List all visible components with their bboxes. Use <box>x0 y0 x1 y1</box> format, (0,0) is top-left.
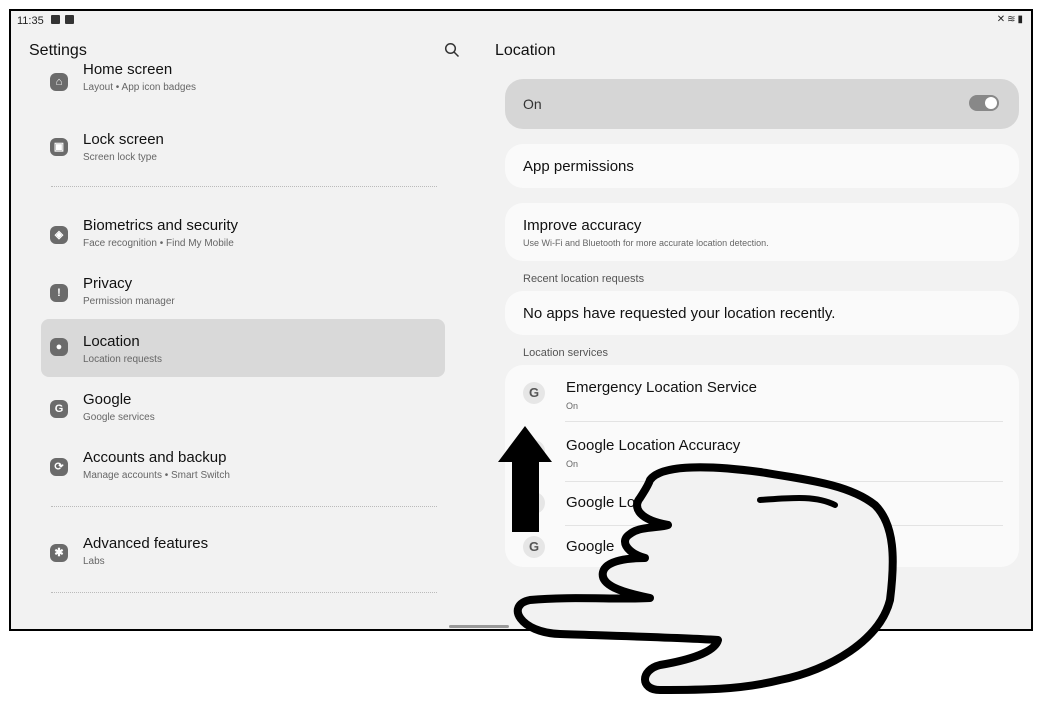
menu-item-title: Lock screen <box>83 131 164 148</box>
service-title: Google <box>566 538 615 555</box>
google-g-icon: G <box>523 492 545 514</box>
menu-item-subtitle: Location requests <box>83 354 162 365</box>
service-title: Google Location Accuracy <box>566 437 741 454</box>
gear-plus-icon: ✱ <box>50 544 68 562</box>
menu-divider <box>51 506 437 507</box>
google-g-icon: G <box>523 440 545 462</box>
toggle-knob <box>985 97 997 109</box>
location-services-card: G Emergency Location Service On G Google… <box>505 365 1019 567</box>
google-g-icon: G <box>523 382 545 404</box>
service-divider <box>565 421 1003 422</box>
google-g-icon: G <box>523 536 545 558</box>
menu-item-subtitle: Layout • App icon badges <box>83 82 197 93</box>
wifi-icon: ≋ <box>1007 14 1018 25</box>
recent-requests-text: No apps have requested your location rec… <box>523 305 836 322</box>
improve-accuracy-title: Improve accuracy <box>523 217 642 234</box>
sync-icon: ⟳ <box>50 458 68 476</box>
privacy-icon: ! <box>50 284 68 302</box>
menu-item-privacy[interactable]: ! Privacy Permission manager <box>41 265 445 321</box>
menu-item-title: Accounts and backup <box>83 449 227 466</box>
toggle-label: On <box>523 96 542 112</box>
menu-item-advanced-features[interactable]: ✱ Advanced features Labs <box>41 525 445 581</box>
menu-item-subtitle: Manage accounts • Smart Switch <box>83 470 230 481</box>
service-title: Google Loc <box>566 494 643 511</box>
menu-item-lock-screen[interactable]: ▣ Lock screen Screen lock type <box>41 121 445 177</box>
service-status: On <box>566 459 579 469</box>
service-google-location-sharing[interactable]: G Google <box>505 526 1019 566</box>
location-toggle-switch[interactable] <box>969 95 999 111</box>
recent-requests-header: Recent location requests <box>523 273 645 285</box>
menu-item-accounts-backup[interactable]: ⟳ Accounts and backup Manage accounts • … <box>41 439 445 495</box>
app-permissions-label: App permissions <box>523 158 634 175</box>
menu-item-subtitle: Face recognition • Find My Mobile <box>83 238 234 249</box>
navigation-handle[interactable] <box>449 625 509 628</box>
improve-accuracy-row[interactable]: Improve accuracy Use Wi-Fi and Bluetooth… <box>505 203 1019 261</box>
google-icon: G <box>50 400 68 418</box>
service-status: On <box>566 401 579 411</box>
gallery-notification-icon <box>51 15 60 24</box>
menu-item-title: Biometrics and security <box>83 217 239 234</box>
service-emergency-location[interactable]: G Emergency Location Service On <box>505 365 1019 421</box>
menu-item-location[interactable]: ● Location Location requests <box>41 319 445 377</box>
menu-item-subtitle: Permission manager <box>83 296 175 307</box>
battery-icon: ▮ <box>1017 14 1025 25</box>
settings-title: Settings <box>29 42 87 59</box>
status-icons: ✕≋▮ <box>997 14 1025 25</box>
menu-item-subtitle: Labs <box>83 556 105 567</box>
location-icon: ● <box>50 338 68 356</box>
menu-item-subtitle: Google services <box>83 412 155 423</box>
menu-item-title: Location <box>83 333 140 350</box>
menu-item-title: Advanced features <box>83 535 209 552</box>
lock-icon: ▣ <box>50 138 68 156</box>
improve-accuracy-subtitle: Use Wi-Fi and Bluetooth for more accurat… <box>523 238 769 248</box>
shield-icon: ◈ <box>50 226 68 244</box>
app-notification-icon <box>65 15 74 24</box>
app-permissions-row[interactable]: App permissions <box>505 144 1019 188</box>
menu-item-google[interactable]: G Google Google services <box>41 381 445 437</box>
home-icon: ⌂ <box>50 73 68 91</box>
location-master-toggle-card[interactable]: On <box>505 79 1019 129</box>
menu-item-biometrics[interactable]: ◈ Biometrics and security Face recogniti… <box>41 207 445 263</box>
service-title: Emergency Location Service <box>566 379 757 396</box>
menu-item-title: Google <box>83 391 132 408</box>
menu-divider <box>51 186 437 187</box>
status-time: 11:35 <box>17 15 44 27</box>
mute-icon: ✕ <box>996 14 1008 25</box>
search-icon[interactable] <box>444 42 460 58</box>
menu-divider <box>51 592 437 593</box>
location-services-header: Location services <box>523 347 608 359</box>
menu-item-title: Privacy <box>83 275 133 292</box>
service-google-location-history[interactable]: G Google Loc <box>505 482 1019 524</box>
location-page-title: Location <box>495 42 556 59</box>
menu-item-title: Home screen <box>83 61 173 78</box>
menu-item-home-screen[interactable]: ⌂ Home screen Layout • App icon badges <box>41 59 445 103</box>
service-google-location-accuracy[interactable]: G Google Location Accuracy On <box>505 423 1019 479</box>
recent-requests-card: No apps have requested your location rec… <box>505 291 1019 335</box>
tablet-screen: 11:35 ✕≋▮ Settings Location ⌂ Home scree… <box>9 9 1033 631</box>
menu-item-subtitle: Screen lock type <box>83 152 157 163</box>
status-bar: 11:35 ✕≋▮ <box>11 11 1031 33</box>
